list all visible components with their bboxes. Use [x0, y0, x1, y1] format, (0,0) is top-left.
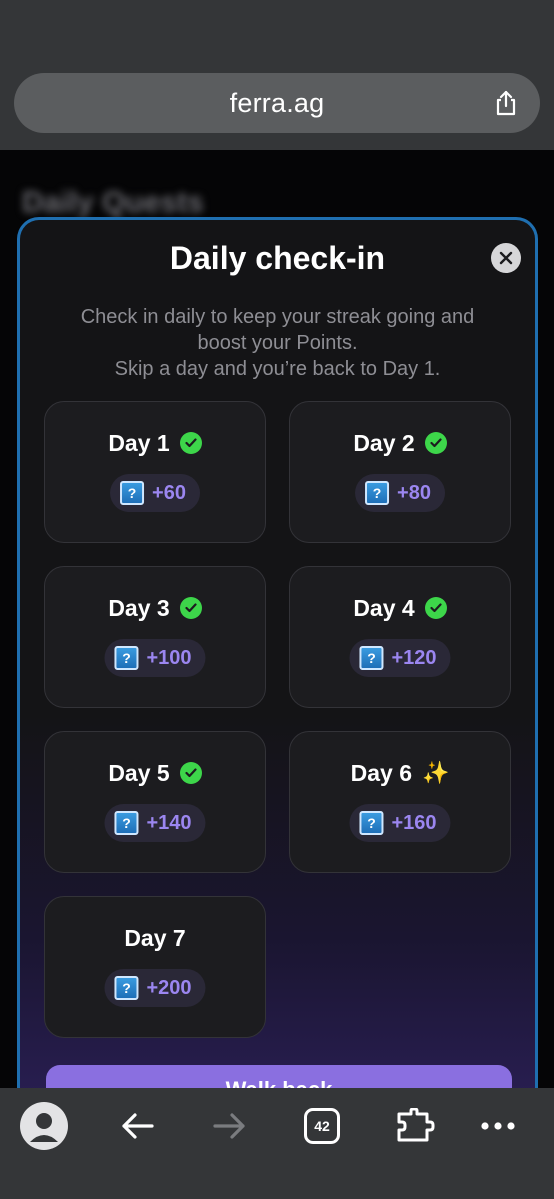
- back-arrow-icon: [122, 1113, 154, 1139]
- address-bar[interactable]: ferra.ag: [14, 73, 540, 133]
- reward-value: +80: [397, 481, 431, 504]
- daily-checkin-modal: Daily check-in Check in daily to keep yo…: [17, 217, 538, 1088]
- mystery-box-icon: ?: [365, 481, 390, 505]
- tab-count: 42: [314, 1118, 330, 1134]
- day-label: Day 2: [353, 429, 415, 456]
- reward-value: +200: [146, 976, 192, 999]
- forward-button[interactable]: [200, 1096, 260, 1156]
- close-button[interactable]: [491, 243, 521, 273]
- subtitle-line: Skip a day and you’re back to Day 1.: [114, 358, 441, 380]
- reward-value: +140: [146, 811, 192, 834]
- reward-value: +100: [146, 646, 192, 669]
- mystery-box-icon: ?: [114, 976, 139, 1000]
- modal-subtitle: Check in daily to keep your streak going…: [40, 304, 515, 382]
- tabs-icon: 42: [304, 1108, 340, 1144]
- day-card-2[interactable]: Day 2 ? +80: [289, 401, 511, 543]
- extensions-icon: [397, 1108, 435, 1142]
- day-card-3[interactable]: Day 3 ? +100: [44, 566, 266, 708]
- avatar-icon: [20, 1102, 68, 1150]
- browser-top-bar: ferra.ag: [0, 0, 554, 150]
- day-label: Day 7: [124, 924, 186, 951]
- share-icon[interactable]: [492, 89, 520, 117]
- subtitle-line: boost your Points.: [197, 332, 358, 354]
- forward-arrow-icon: [213, 1113, 245, 1139]
- day-label: Day 1: [108, 429, 170, 456]
- tabs-button[interactable]: 42: [292, 1096, 352, 1156]
- reward-pill: ? +140: [104, 804, 206, 842]
- close-icon: [499, 251, 513, 265]
- reward-pill: ? +120: [349, 639, 451, 677]
- check-icon: [179, 597, 202, 619]
- check-icon: [179, 762, 202, 784]
- check-icon: [424, 432, 447, 454]
- sparkle-icon: ✨: [421, 760, 450, 785]
- page-content: Daily Quests Daily check-in Check in dai…: [0, 150, 554, 1088]
- day-label: Day 4: [353, 594, 415, 621]
- background-page-title: Daily Quests: [22, 186, 204, 219]
- profile-button[interactable]: [14, 1096, 74, 1156]
- reward-pill: ? +60: [110, 474, 200, 512]
- day-label: Day 3: [108, 594, 170, 621]
- browser-bottom-toolbar: 42: [0, 1088, 554, 1199]
- reward-value: +120: [391, 646, 437, 669]
- url-text[interactable]: ferra.ag: [230, 88, 325, 119]
- day-card-6[interactable]: Day 6 ✨ ? +160: [289, 731, 511, 873]
- mystery-box-icon: ?: [359, 811, 384, 835]
- reward-pill: ? +200: [104, 969, 206, 1007]
- modal-title: Daily check-in: [169, 240, 386, 276]
- day-card-5[interactable]: Day 5 ? +140: [44, 731, 266, 873]
- check-icon: [424, 597, 447, 619]
- subtitle-line: Check in daily to keep your streak going…: [80, 306, 475, 328]
- reward-pill: ? +80: [355, 474, 445, 512]
- mystery-box-icon: ?: [114, 811, 139, 835]
- checkin-cta-button[interactable]: Walk back: [46, 1065, 512, 1088]
- reward-value: +160: [391, 811, 437, 834]
- day-card-7[interactable]: Day 7 ? +200: [44, 896, 266, 1038]
- day-card-1[interactable]: Day 1 ? +60: [44, 401, 266, 543]
- day-card-4[interactable]: Day 4 ? +120: [289, 566, 511, 708]
- mystery-box-icon: ?: [114, 646, 139, 670]
- extensions-button[interactable]: [386, 1096, 446, 1156]
- reward-value: +60: [152, 481, 186, 504]
- reward-pill: ? +100: [104, 639, 206, 677]
- day-label: Day 5: [108, 759, 170, 786]
- reward-pill: ? +160: [349, 804, 451, 842]
- more-icon: [481, 1122, 515, 1130]
- back-button[interactable]: [107, 1096, 167, 1156]
- day-label: Day 6: [350, 759, 412, 786]
- check-icon: [179, 432, 202, 454]
- mystery-box-icon: ?: [120, 481, 145, 505]
- mystery-box-icon: ?: [359, 646, 384, 670]
- more-button[interactable]: [468, 1096, 528, 1156]
